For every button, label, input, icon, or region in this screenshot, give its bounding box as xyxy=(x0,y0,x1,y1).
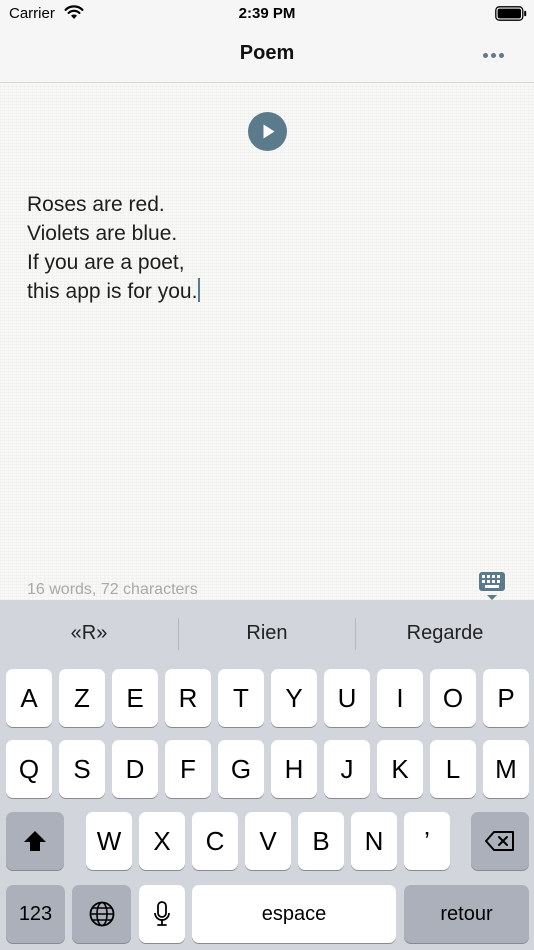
space-bar[interactable]: espace xyxy=(192,885,396,943)
key-q[interactable]: Q xyxy=(6,740,52,798)
suggestion-item[interactable]: Rien xyxy=(179,600,355,666)
key-d[interactable]: D xyxy=(112,740,158,798)
key-n[interactable]: N xyxy=(351,812,397,870)
key-r[interactable]: R xyxy=(165,669,211,727)
key-f[interactable]: F xyxy=(165,740,211,798)
play-button[interactable] xyxy=(248,112,287,151)
globe-key[interactable] xyxy=(72,885,131,943)
key-h[interactable]: H xyxy=(271,740,317,798)
keyboard-dismiss-icon[interactable] xyxy=(478,571,506,601)
poem-line: Violets are blue. xyxy=(27,222,178,245)
key-i[interactable]: I xyxy=(377,669,423,727)
text-caret xyxy=(198,278,201,302)
poem-text-area[interactable]: Roses are red. Violets are blue. If you … xyxy=(27,190,507,306)
poem-line: this app is for you. xyxy=(27,280,198,303)
delete-icon xyxy=(485,831,514,851)
key-y[interactable]: Y xyxy=(271,669,317,727)
return-key[interactable]: retour xyxy=(404,885,529,943)
poem-line: If you are a poet, xyxy=(27,251,185,274)
key-v[interactable]: V xyxy=(245,812,291,870)
key-e[interactable]: E xyxy=(112,669,158,727)
shift-icon xyxy=(24,831,46,851)
key-m[interactable]: M xyxy=(483,740,529,798)
key-b[interactable]: B xyxy=(298,812,344,870)
suggestion-item[interactable]: Regarde xyxy=(356,600,534,666)
poem-editor-screen: Carrier 2:39 PM Poem Roses are red. Viol… xyxy=(0,0,534,950)
globe-icon xyxy=(89,901,114,927)
more-options-button[interactable] xyxy=(474,42,512,68)
more-horizontal-icon xyxy=(498,52,504,58)
key-a[interactable]: A xyxy=(6,669,52,727)
poem-line: Roses are red. xyxy=(27,193,165,216)
key-g[interactable]: G xyxy=(218,740,264,798)
key-t[interactable]: T xyxy=(218,669,264,727)
more-horizontal-icon xyxy=(482,52,488,58)
key-apostrophe[interactable]: ’ xyxy=(404,812,450,870)
word-count-label: 16 words, 72 characters xyxy=(27,581,198,598)
poem-editor[interactable]: Roses are red. Violets are blue. If you … xyxy=(0,84,534,600)
numbers-key[interactable]: 123 xyxy=(6,885,65,943)
status-bar: Carrier 2:39 PM xyxy=(0,0,534,28)
microphone-icon xyxy=(154,901,170,926)
key-w[interactable]: W xyxy=(86,812,132,870)
suggestion-item[interactable]: «R» xyxy=(0,600,178,666)
more-horizontal-icon xyxy=(490,52,496,58)
key-c[interactable]: C xyxy=(192,812,238,870)
poem-line-last: this app is for you. xyxy=(27,277,507,306)
key-x[interactable]: X xyxy=(139,812,185,870)
key-j[interactable]: J xyxy=(324,740,370,798)
play-icon xyxy=(263,124,275,139)
navigation-bar: Poem xyxy=(0,28,534,83)
key-k[interactable]: K xyxy=(377,740,423,798)
suggestion-bar: «R» Rien Regarde xyxy=(0,600,534,666)
status-time: 2:39 PM xyxy=(238,5,296,22)
delete-key[interactable] xyxy=(471,812,529,870)
key-s[interactable]: S xyxy=(59,740,105,798)
dictation-key[interactable] xyxy=(139,885,185,943)
key-z[interactable]: Z xyxy=(59,669,105,727)
shift-key[interactable] xyxy=(6,812,64,870)
key-p[interactable]: P xyxy=(483,669,529,727)
key-o[interactable]: O xyxy=(430,669,476,727)
keyboard: «R» Rien Regarde A Z E R T Y U I O P Q S… xyxy=(0,600,534,950)
page-title: Poem xyxy=(239,42,295,64)
key-u[interactable]: U xyxy=(324,669,370,727)
key-l[interactable]: L xyxy=(430,740,476,798)
battery-icon xyxy=(495,6,527,21)
